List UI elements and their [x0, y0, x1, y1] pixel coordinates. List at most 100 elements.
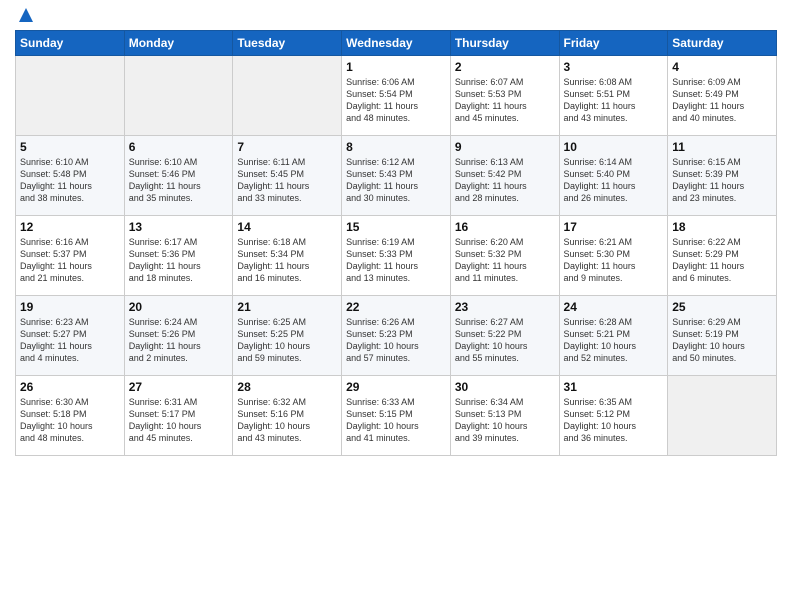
week-row-3: 12Sunrise: 6:16 AM Sunset: 5:37 PM Dayli… — [16, 216, 777, 296]
page-container: SundayMondayTuesdayWednesdayThursdayFrid… — [0, 0, 792, 466]
day-info: Sunrise: 6:21 AM Sunset: 5:30 PM Dayligh… — [564, 236, 664, 285]
calendar-cell: 22 Sunrise: 6:26 AM Sunset: 5:23 PM Dayli… — [342, 296, 451, 376]
calendar-cell: 5 Sunrise: 6:10 AM Sunset: 5:48 PM Daylig… — [16, 136, 125, 216]
day-info: Sunrise: 6:32 AM Sunset: 5:16 PM Dayligh… — [237, 396, 337, 445]
weekday-header-row: SundayMondayTuesdayWednesdayThursdayFrid… — [16, 31, 777, 56]
day-number: 4 — [672, 60, 772, 74]
day-info: Sunrise: 6:23 AM Sunset: 5:27 PM Dayligh… — [20, 316, 120, 365]
calendar-cell: 28 Sunrise: 6:32 AM Sunset: 5:16 PM Dayli… — [233, 376, 342, 456]
day-number: 9 — [455, 140, 555, 154]
week-row-4: 19 Sunrise: 6:23 AM Sunset: 5:27 PM Dayli… — [16, 296, 777, 376]
calendar-cell: 9 Sunrise: 6:13 AM Sunset: 5:42 PM Daylig… — [450, 136, 559, 216]
weekday-header-wednesday: Wednesday — [342, 31, 451, 56]
day-info: Sunrise: 6:35 AM Sunset: 5:12 PM Dayligh… — [564, 396, 664, 445]
calendar-cell: 13 Sunrise: 6:17 AM Sunset: 5:36 PM Dayli… — [124, 216, 233, 296]
day-info: Sunrise: 6:24 AM Sunset: 5:26 PM Dayligh… — [129, 316, 229, 365]
calendar-table: SundayMondayTuesdayWednesdayThursdayFrid… — [15, 30, 777, 456]
day-info: Sunrise: 6:10 AM Sunset: 5:48 PM Dayligh… — [20, 156, 120, 205]
day-info: Sunrise: 6:15 AM Sunset: 5:39 PM Dayligh… — [672, 156, 772, 205]
calendar-cell: 15 Sunrise: 6:19 AM Sunset: 5:33 PM Dayli… — [342, 216, 451, 296]
calendar-cell: 1 Sunrise: 6:06 AM Sunset: 5:54 PM Daylig… — [342, 56, 451, 136]
day-info: Sunrise: 6:19 AM Sunset: 5:33 PM Dayligh… — [346, 236, 446, 285]
day-number: 22 — [346, 300, 446, 314]
weekday-header-saturday: Saturday — [668, 31, 777, 56]
day-number: 13 — [129, 220, 229, 234]
day-number: 3 — [564, 60, 664, 74]
week-row-2: 5 Sunrise: 6:10 AM Sunset: 5:48 PM Daylig… — [16, 136, 777, 216]
day-number: 25 — [672, 300, 772, 314]
day-info: Sunrise: 6:06 AM Sunset: 5:54 PM Dayligh… — [346, 76, 446, 125]
day-info: Sunrise: 6:31 AM Sunset: 5:17 PM Dayligh… — [129, 396, 229, 445]
header — [15, 10, 777, 24]
day-number: 24 — [564, 300, 664, 314]
day-number: 30 — [455, 380, 555, 394]
day-number: 15 — [346, 220, 446, 234]
calendar-cell — [233, 56, 342, 136]
day-number: 18 — [672, 220, 772, 234]
logo — [15, 10, 35, 24]
day-number: 23 — [455, 300, 555, 314]
day-info: Sunrise: 6:10 AM Sunset: 5:46 PM Dayligh… — [129, 156, 229, 205]
calendar-cell: 8 Sunrise: 6:12 AM Sunset: 5:43 PM Daylig… — [342, 136, 451, 216]
day-info: Sunrise: 6:12 AM Sunset: 5:43 PM Dayligh… — [346, 156, 446, 205]
calendar-cell — [668, 376, 777, 456]
day-number: 17 — [564, 220, 664, 234]
day-info: Sunrise: 6:17 AM Sunset: 5:36 PM Dayligh… — [129, 236, 229, 285]
day-number: 20 — [129, 300, 229, 314]
calendar-cell: 10 Sunrise: 6:14 AM Sunset: 5:40 PM Dayli… — [559, 136, 668, 216]
day-info: Sunrise: 6:34 AM Sunset: 5:13 PM Dayligh… — [455, 396, 555, 445]
day-number: 27 — [129, 380, 229, 394]
day-info: Sunrise: 6:22 AM Sunset: 5:29 PM Dayligh… — [672, 236, 772, 285]
weekday-header-tuesday: Tuesday — [233, 31, 342, 56]
calendar-cell: 19 Sunrise: 6:23 AM Sunset: 5:27 PM Dayli… — [16, 296, 125, 376]
day-number: 16 — [455, 220, 555, 234]
calendar-cell: 24 Sunrise: 6:28 AM Sunset: 5:21 PM Dayli… — [559, 296, 668, 376]
calendar-cell: 30 Sunrise: 6:34 AM Sunset: 5:13 PM Dayli… — [450, 376, 559, 456]
calendar-cell: 17 Sunrise: 6:21 AM Sunset: 5:30 PM Dayli… — [559, 216, 668, 296]
day-info: Sunrise: 6:14 AM Sunset: 5:40 PM Dayligh… — [564, 156, 664, 205]
calendar-cell: 26Sunrise: 6:30 AM Sunset: 5:18 PM Dayli… — [16, 376, 125, 456]
calendar-cell: 7Sunrise: 6:11 AM Sunset: 5:45 PM Daylig… — [233, 136, 342, 216]
day-info: Sunrise: 6:20 AM Sunset: 5:32 PM Dayligh… — [455, 236, 555, 285]
calendar-cell: 14 Sunrise: 6:18 AM Sunset: 5:34 PM Dayli… — [233, 216, 342, 296]
logo-icon — [17, 6, 35, 24]
calendar-cell: 4 Sunrise: 6:09 AM Sunset: 5:49 PM Daylig… — [668, 56, 777, 136]
calendar-cell: 2Sunrise: 6:07 AM Sunset: 5:53 PM Daylig… — [450, 56, 559, 136]
day-number: 10 — [564, 140, 664, 154]
day-info: Sunrise: 6:25 AM Sunset: 5:25 PM Dayligh… — [237, 316, 337, 365]
day-number: 28 — [237, 380, 337, 394]
calendar-cell: 21Sunrise: 6:25 AM Sunset: 5:25 PM Dayli… — [233, 296, 342, 376]
day-info: Sunrise: 6:16 AM Sunset: 5:37 PM Dayligh… — [20, 236, 120, 285]
week-row-1: 1 Sunrise: 6:06 AM Sunset: 5:54 PM Daylig… — [16, 56, 777, 136]
day-info: Sunrise: 6:29 AM Sunset: 5:19 PM Dayligh… — [672, 316, 772, 365]
day-info: Sunrise: 6:18 AM Sunset: 5:34 PM Dayligh… — [237, 236, 337, 285]
week-row-5: 26Sunrise: 6:30 AM Sunset: 5:18 PM Dayli… — [16, 376, 777, 456]
weekday-header-thursday: Thursday — [450, 31, 559, 56]
day-info: Sunrise: 6:13 AM Sunset: 5:42 PM Dayligh… — [455, 156, 555, 205]
day-number: 7 — [237, 140, 337, 154]
day-number: 11 — [672, 140, 772, 154]
calendar-cell: 6Sunrise: 6:10 AM Sunset: 5:46 PM Daylig… — [124, 136, 233, 216]
calendar-cell: 27 Sunrise: 6:31 AM Sunset: 5:17 PM Dayli… — [124, 376, 233, 456]
day-info: Sunrise: 6:26 AM Sunset: 5:23 PM Dayligh… — [346, 316, 446, 365]
day-number: 14 — [237, 220, 337, 234]
day-number: 31 — [564, 380, 664, 394]
calendar-cell: 29Sunrise: 6:33 AM Sunset: 5:15 PM Dayli… — [342, 376, 451, 456]
day-number: 5 — [20, 140, 120, 154]
calendar-cell: 18 Sunrise: 6:22 AM Sunset: 5:29 PM Dayli… — [668, 216, 777, 296]
calendar-cell — [16, 56, 125, 136]
day-info: Sunrise: 6:28 AM Sunset: 5:21 PM Dayligh… — [564, 316, 664, 365]
calendar-cell: 12Sunrise: 6:16 AM Sunset: 5:37 PM Dayli… — [16, 216, 125, 296]
day-info: Sunrise: 6:27 AM Sunset: 5:22 PM Dayligh… — [455, 316, 555, 365]
calendar-cell: 20 Sunrise: 6:24 AM Sunset: 5:26 PM Dayli… — [124, 296, 233, 376]
day-number: 29 — [346, 380, 446, 394]
calendar-cell: 31 Sunrise: 6:35 AM Sunset: 5:12 PM Dayli… — [559, 376, 668, 456]
calendar-cell — [124, 56, 233, 136]
calendar-cell: 16 Sunrise: 6:20 AM Sunset: 5:32 PM Dayli… — [450, 216, 559, 296]
weekday-header-friday: Friday — [559, 31, 668, 56]
day-number: 19 — [20, 300, 120, 314]
day-info: Sunrise: 6:07 AM Sunset: 5:53 PM Dayligh… — [455, 76, 555, 125]
day-number: 1 — [346, 60, 446, 74]
day-info: Sunrise: 6:09 AM Sunset: 5:49 PM Dayligh… — [672, 76, 772, 125]
day-number: 8 — [346, 140, 446, 154]
